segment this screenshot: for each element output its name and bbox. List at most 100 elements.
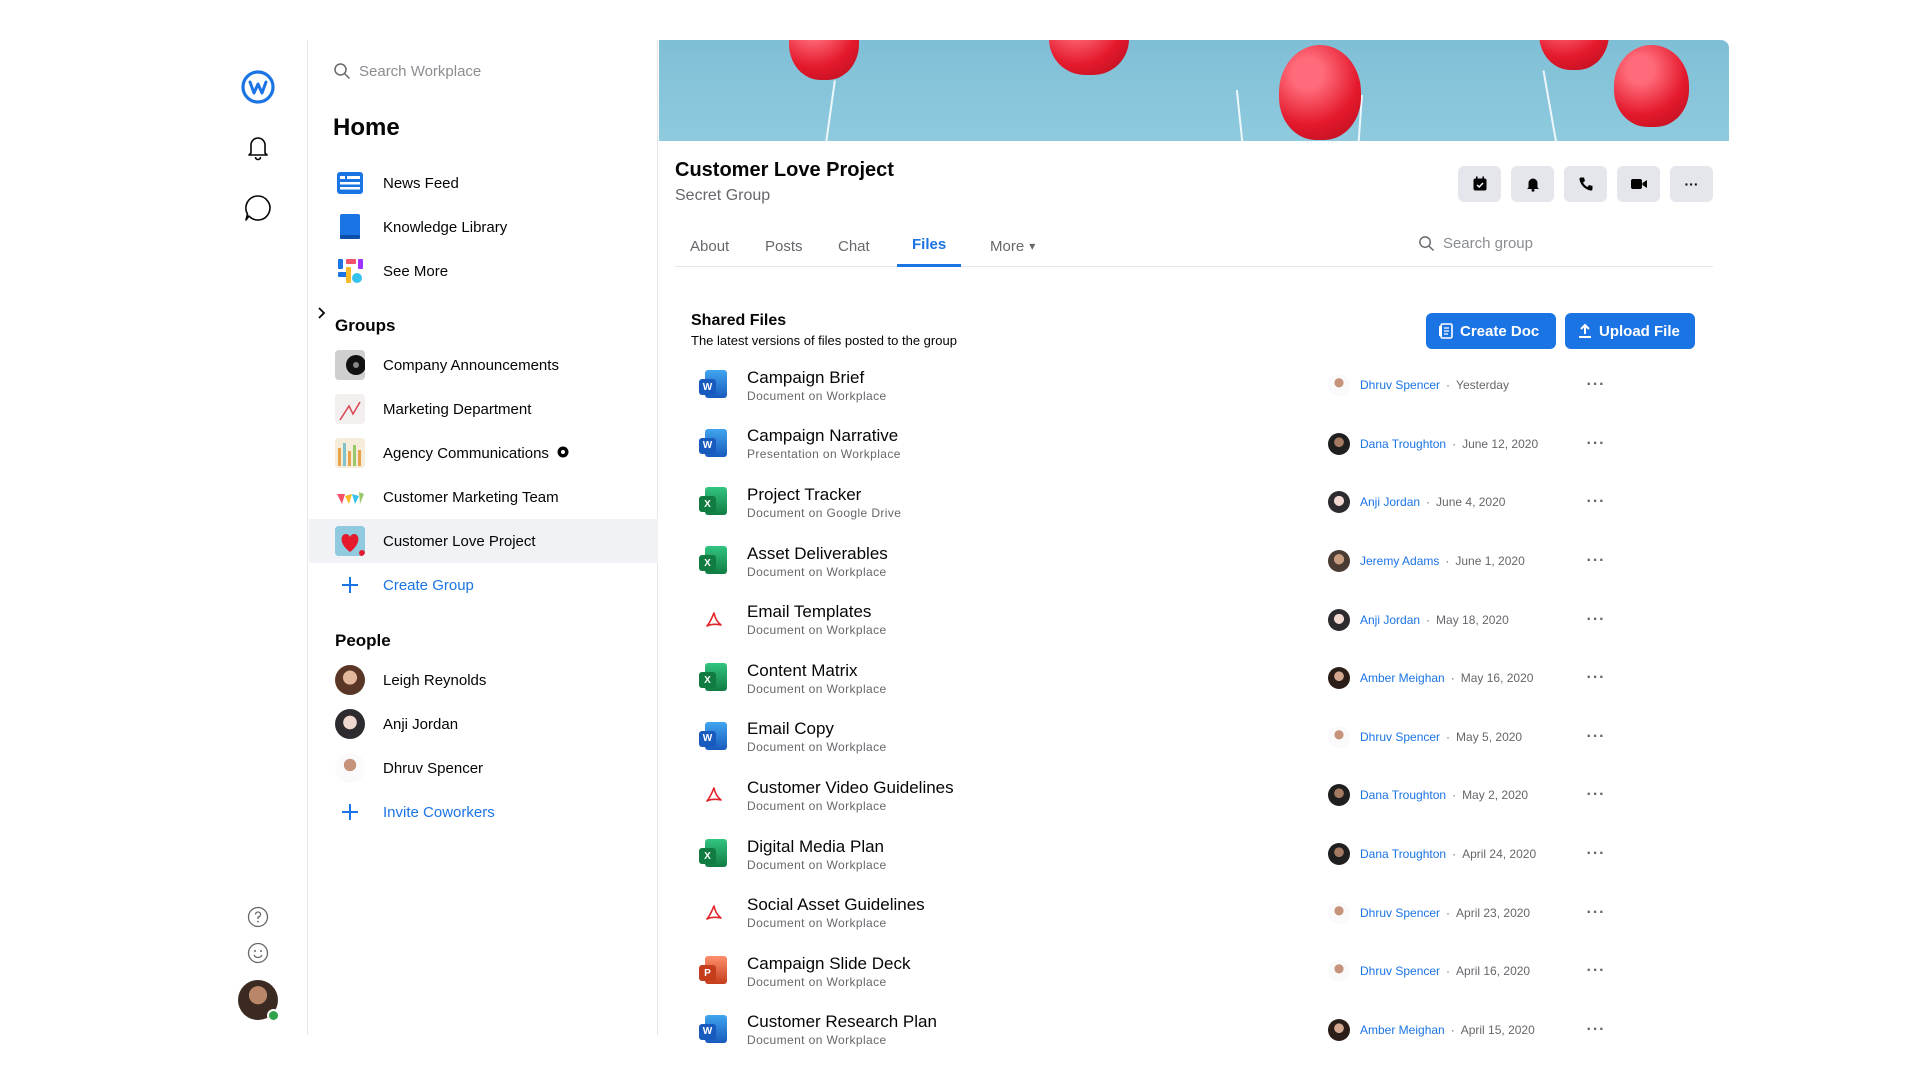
author-name[interactable]: Dhruv Spencer: [1360, 906, 1440, 920]
tab-about[interactable]: About: [675, 225, 744, 267]
file-name[interactable]: Campaign Brief: [747, 367, 1327, 388]
file-name[interactable]: Email Templates: [747, 601, 1327, 622]
file-name[interactable]: Customer Research Plan: [747, 1011, 1327, 1032]
file-more-options-icon[interactable]: ···: [1584, 962, 1608, 980]
file-row[interactable]: W Customer Research Plan Document on Workp…: [691, 1001, 1701, 1060]
search-group-placeholder: Search group: [1442, 235, 1533, 252]
help-icon[interactable]: [243, 902, 273, 932]
search-group[interactable]: Search group: [1418, 235, 1533, 252]
author-name[interactable]: Amber Meighan: [1360, 1023, 1445, 1037]
file-name[interactable]: Social Asset Guidelines: [747, 894, 1327, 915]
author-avatar[interactable]: [1328, 725, 1350, 748]
author-name[interactable]: Anji Jordan: [1360, 495, 1420, 509]
invite-coworkers-link[interactable]: Invite Coworkers: [309, 790, 658, 834]
author-name[interactable]: Dhruv Spencer: [1360, 378, 1440, 392]
chat-bubble-icon[interactable]: [235, 185, 281, 231]
person-item-leigh-reynolds[interactable]: Leigh Reynolds: [309, 658, 658, 702]
file-name[interactable]: Content Matrix: [747, 660, 1327, 681]
file-row[interactable]: X Asset Deliverables Document on Workplace…: [691, 532, 1701, 591]
create-group-link[interactable]: Create Group: [309, 563, 658, 607]
tab-files[interactable]: Files: [897, 225, 962, 267]
author-avatar[interactable]: [1328, 667, 1350, 690]
profile-avatar[interactable]: [238, 980, 280, 1022]
author-avatar[interactable]: [1328, 960, 1350, 983]
file-more-options-icon[interactable]: ···: [1584, 728, 1608, 746]
notifications-button[interactable]: [1511, 166, 1554, 202]
search-workplace[interactable]: Search Workplace: [333, 62, 481, 80]
author-avatar[interactable]: [1328, 901, 1350, 924]
author-name[interactable]: Dhruv Spencer: [1360, 964, 1440, 978]
create-doc-button[interactable]: Create Doc: [1426, 313, 1556, 349]
file-row[interactable]: W Campaign Brief Document on Workplace Dhru…: [691, 356, 1701, 415]
tab-more[interactable]: More ▾: [975, 225, 1050, 267]
workplace-logo-icon[interactable]: [235, 64, 281, 110]
author-avatar[interactable]: [1328, 432, 1350, 455]
author-avatar[interactable]: [1328, 608, 1350, 631]
more-options-button[interactable]: ···: [1670, 166, 1713, 202]
author-avatar[interactable]: [1328, 843, 1350, 866]
file-author: Dhruv Spencer · April 16, 2020: [1328, 960, 1530, 983]
file-row[interactable]: X Project Tracker Document on Google Drive…: [691, 473, 1701, 532]
upload-file-button[interactable]: Upload File: [1565, 313, 1695, 349]
author-name[interactable]: Dana Troughton: [1360, 437, 1446, 451]
author-avatar[interactable]: [1328, 374, 1350, 397]
emoji-feedback-icon[interactable]: [243, 938, 273, 968]
file-more-options-icon[interactable]: ···: [1584, 552, 1608, 570]
file-name[interactable]: Digital Media Plan: [747, 836, 1327, 857]
online-presence-dot: [267, 1009, 280, 1022]
group-item-customer-love-project[interactable]: Customer Love Project: [309, 519, 658, 563]
author-avatar[interactable]: [1328, 1018, 1350, 1041]
file-name[interactable]: Campaign Slide Deck: [747, 953, 1327, 974]
file-more-options-icon[interactable]: ···: [1584, 669, 1608, 687]
file-name[interactable]: Email Copy: [747, 718, 1327, 739]
nav-item-see-more[interactable]: See More: [309, 249, 658, 293]
file-more-options-icon[interactable]: ···: [1584, 376, 1608, 394]
file-more-options-icon[interactable]: ···: [1584, 845, 1608, 863]
author-name[interactable]: Dana Troughton: [1360, 788, 1446, 802]
author-name[interactable]: Dhruv Spencer: [1360, 730, 1440, 744]
group-item-company-announcements[interactable]: Company Announcements: [309, 343, 658, 387]
file-more-options-icon[interactable]: ···: [1584, 611, 1608, 629]
calendar-button[interactable]: [1458, 166, 1501, 202]
nav-item-label: News Feed: [383, 174, 459, 192]
video-camera-icon: [1630, 179, 1647, 189]
file-row[interactable]: Customer Video Guidelines Document on Wor…: [691, 766, 1701, 825]
nav-item-news-feed[interactable]: News Feed: [309, 161, 658, 205]
audio-call-button[interactable]: [1564, 166, 1607, 202]
video-call-button[interactable]: [1617, 166, 1660, 202]
chevron-right-icon[interactable]: [317, 306, 327, 325]
author-name[interactable]: Anji Jordan: [1360, 613, 1420, 627]
file-row[interactable]: X Digital Media Plan Document on Workplace…: [691, 825, 1701, 884]
file-name[interactable]: Project Tracker: [747, 484, 1327, 505]
author-name[interactable]: Amber Meighan: [1360, 671, 1445, 685]
author-name[interactable]: Jeremy Adams: [1360, 554, 1439, 568]
author-avatar[interactable]: [1328, 784, 1350, 807]
file-more-options-icon[interactable]: ···: [1584, 435, 1608, 453]
tab-chat[interactable]: Chat: [823, 225, 885, 267]
group-item-customer-marketing-team[interactable]: Customer Marketing Team: [309, 475, 658, 519]
file-row[interactable]: W Email Copy Document on Workplace Dhruv Sp…: [691, 708, 1701, 767]
file-more-options-icon[interactable]: ···: [1584, 1021, 1608, 1039]
file-row[interactable]: Social Asset Guidelines Document on Workp…: [691, 883, 1701, 942]
tab-posts[interactable]: Posts: [750, 225, 818, 267]
file-name[interactable]: Campaign Narrative: [747, 425, 1327, 446]
file-more-options-icon[interactable]: ···: [1584, 786, 1608, 804]
file-more-options-icon[interactable]: ···: [1584, 493, 1608, 511]
file-row[interactable]: X Content Matrix Document on Workplace Ambe…: [691, 649, 1701, 708]
nav-item-knowledge-library[interactable]: Knowledge Library: [309, 205, 658, 249]
file-name[interactable]: Customer Video Guidelines: [747, 777, 1327, 798]
author-avatar[interactable]: [1328, 491, 1350, 514]
file-row[interactable]: P Campaign Slide Deck Document on Workplac…: [691, 942, 1701, 1001]
balloon: [1049, 40, 1129, 75]
file-name[interactable]: Asset Deliverables: [747, 543, 1327, 564]
group-item-marketing-department[interactable]: Marketing Department: [309, 387, 658, 431]
author-avatar[interactable]: [1328, 550, 1350, 573]
file-row[interactable]: W Campaign Narrative Presentation on Workp…: [691, 415, 1701, 474]
file-more-options-icon[interactable]: ···: [1584, 904, 1608, 922]
notifications-bell-icon[interactable]: [235, 124, 281, 170]
person-item-anji-jordan[interactable]: Anji Jordan: [309, 702, 658, 746]
author-name[interactable]: Dana Troughton: [1360, 847, 1446, 861]
group-item-agency-communications[interactable]: Agency Communications: [309, 431, 658, 475]
person-item-dhruv-spencer[interactable]: Dhruv Spencer: [309, 746, 658, 790]
file-row[interactable]: Email Templates Document on Workplace Anji…: [691, 590, 1701, 649]
